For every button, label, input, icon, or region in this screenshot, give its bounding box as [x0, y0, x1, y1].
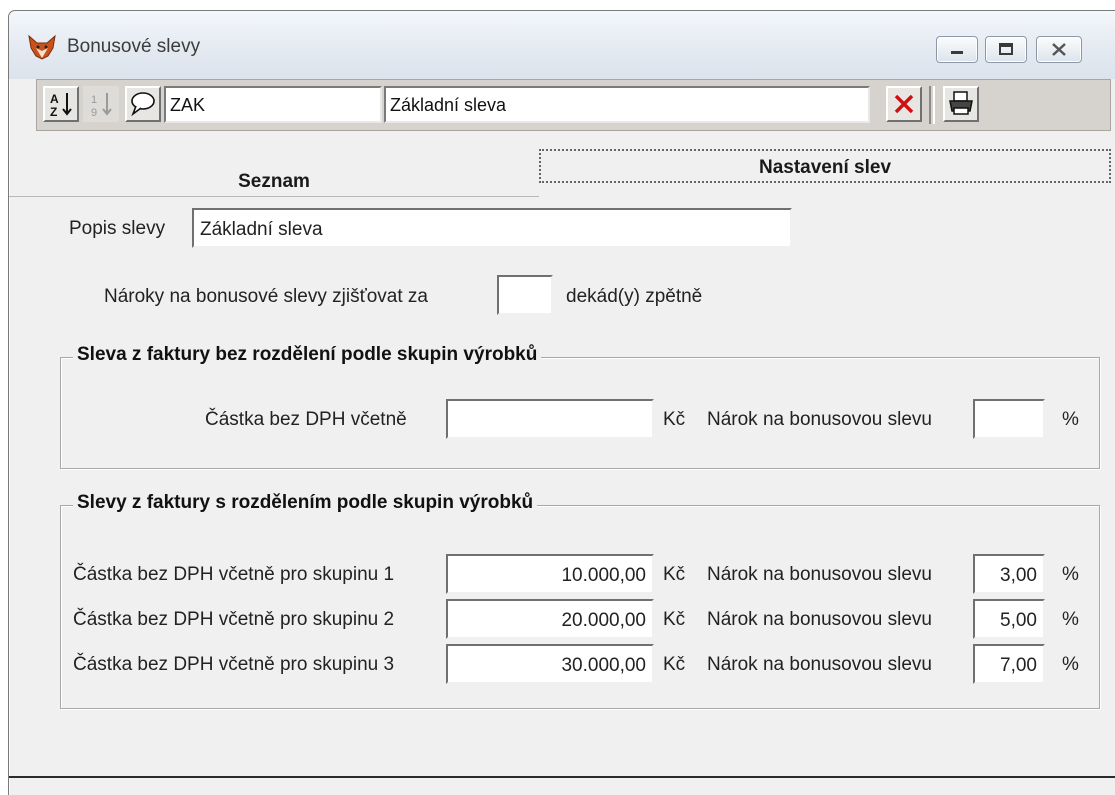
red-x-icon [894, 94, 914, 114]
print-button[interactable] [943, 86, 979, 122]
tab-strip: Seznam Nastavení slev [9, 149, 1115, 197]
group2-row1-claim-input[interactable]: 3,00 [973, 554, 1045, 594]
group2-row2-claim-input[interactable]: 5,00 [973, 599, 1045, 639]
group2-row3-claim-input[interactable]: 7,00 [973, 644, 1045, 684]
sort-az-icon: A Z [50, 92, 72, 119]
close-window-button[interactable] [1036, 36, 1082, 63]
description-input[interactable]: Základní sleva [192, 208, 792, 248]
svg-text:1: 1 [91, 94, 97, 106]
svg-text:9: 9 [91, 107, 97, 119]
group1-title: Sleva z faktury bez rozdělení podle skup… [73, 344, 542, 366]
fox-app-icon [28, 34, 56, 60]
tab-divider [9, 196, 539, 197]
svg-text:A: A [50, 92, 59, 106]
delete-button[interactable] [886, 86, 922, 122]
printer-icon [949, 91, 973, 115]
tab-seznam[interactable]: Seznam [9, 149, 539, 197]
maximize-button[interactable] [985, 36, 1027, 63]
group2-row3-claim-label: Nárok na bonusovou slevu [707, 654, 932, 675]
group1-amount-input[interactable] [446, 399, 654, 439]
window-title: Bonusové slevy [67, 36, 201, 57]
speech-bubble-icon [131, 92, 155, 117]
svg-text:Z: Z [50, 105, 57, 119]
group2-row2-claim-label: Nárok na bonusovou slevu [707, 609, 932, 630]
group2-row2-amount-input[interactable]: 20.000,00 [446, 599, 654, 639]
group1-claim-input[interactable] [973, 399, 1045, 439]
decades-input[interactable] [497, 275, 553, 315]
group2-row3-currency: Kč [663, 654, 686, 675]
toolbar: A Z 1 9 ZAK Základní sleva [36, 79, 1111, 131]
sort-numeric-button[interactable]: 1 9 [83, 86, 119, 122]
code-field[interactable]: ZAK [164, 86, 382, 123]
group2-row1-currency: Kč [663, 564, 686, 585]
group1-amount-label: Částka bez DPH včetně [205, 409, 407, 430]
minimize-icon [951, 51, 963, 54]
group2-row1-claim-label: Nárok na bonusovou slevu [707, 564, 932, 585]
maximize-icon [999, 43, 1013, 55]
comment-button[interactable] [125, 86, 161, 122]
group2-row3-label: Částka bez DPH včetně pro skupinu 3 [73, 654, 395, 675]
group1-claim-label: Nárok na bonusovou slevu [707, 409, 932, 430]
group2-row2-percent: % [1062, 609, 1079, 630]
sort-ascending-button[interactable]: A Z [43, 86, 79, 122]
app-window: Bonusové slevy A Z 1 9 ZAK Základní slev… [8, 10, 1115, 795]
minimize-button[interactable] [936, 36, 978, 63]
group2-row1-label: Částka bez DPH včetně pro skupinu 1 [73, 564, 395, 585]
group2-row2-label: Částka bez DPH včetně pro skupinu 2 [73, 609, 395, 630]
group2-row3-amount-input[interactable]: 30.000,00 [446, 644, 654, 684]
group2-row1-percent: % [1062, 564, 1079, 585]
group2-row2-currency: Kč [663, 609, 686, 630]
decades-label: Nároky na bonusové slevy zjišťovat za [104, 286, 428, 307]
sort-19-icon: 1 9 [91, 93, 112, 119]
close-icon [1052, 43, 1066, 56]
group2-row3-percent: % [1062, 654, 1079, 675]
status-bar-border [9, 776, 1115, 778]
group2-title: Slevy z faktury s rozdělením podle skupi… [73, 492, 538, 514]
name-field[interactable]: Základní sleva [384, 86, 870, 123]
toolbar-separator [929, 86, 935, 124]
title-bar[interactable]: Bonusové slevy [9, 11, 1115, 79]
description-label: Popis slevy [69, 218, 166, 239]
tab-nastaveni-slev[interactable]: Nastavení slev [539, 149, 1111, 183]
decades-suffix: dekád(y) zpětně [566, 286, 703, 307]
group1-currency: Kč [663, 409, 686, 430]
group2-row1-amount-input[interactable]: 10.000,00 [446, 554, 654, 594]
group1-percent: % [1062, 409, 1079, 430]
